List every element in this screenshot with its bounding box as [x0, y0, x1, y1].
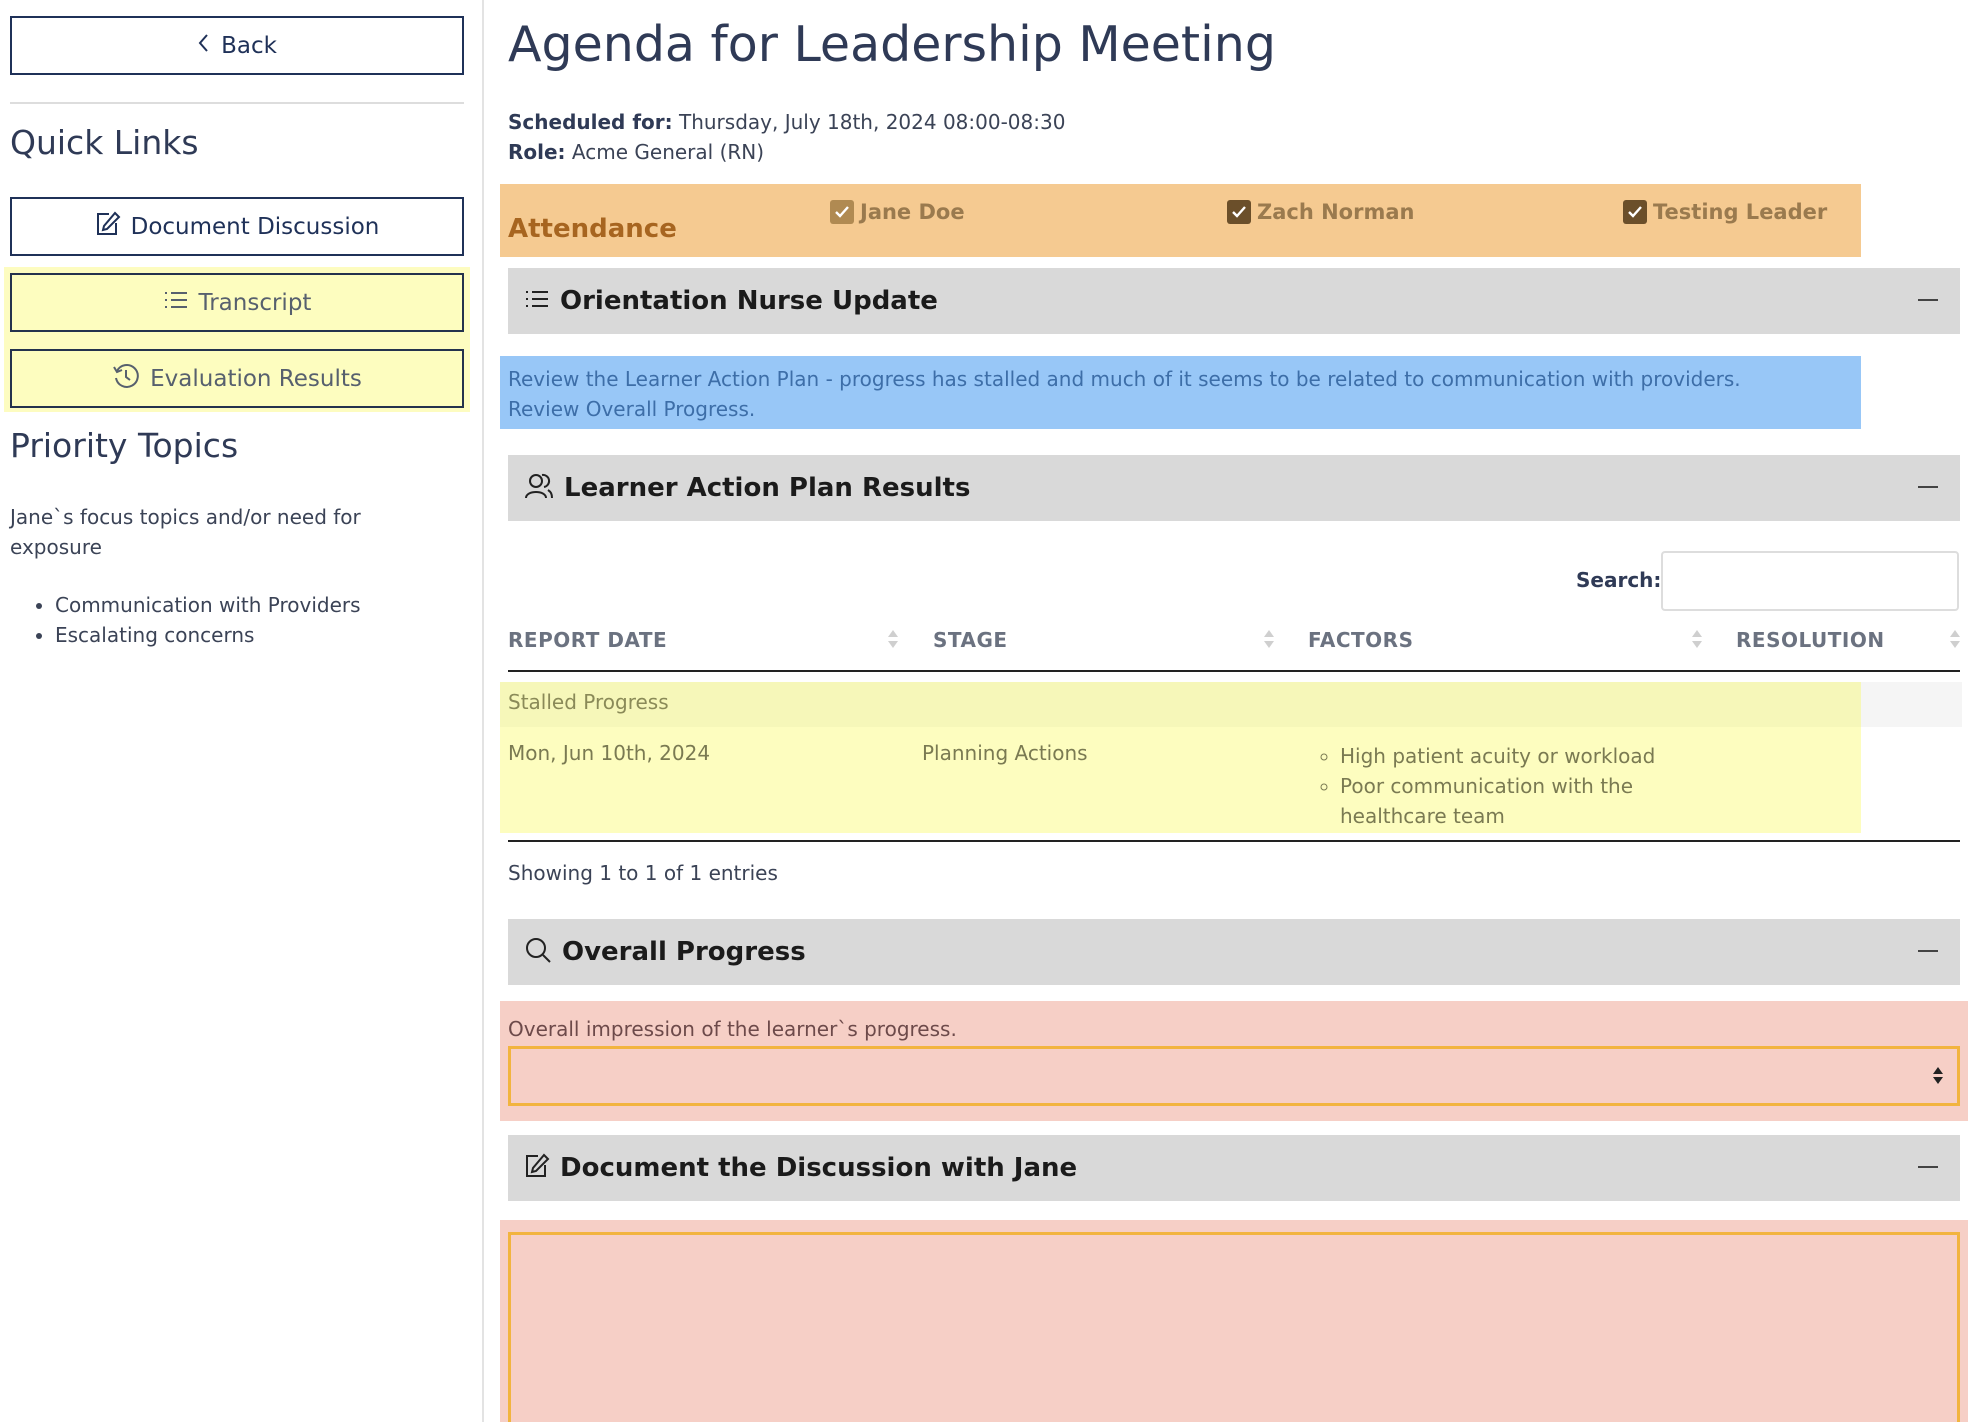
column-header-report-date[interactable]: REPORT DATE	[508, 628, 667, 652]
table-header: REPORT DATE STAGE FACTORS RESOLUTION	[508, 612, 1960, 672]
cell-factors: High patient acuity or workload Poor com…	[1310, 741, 1710, 831]
list-item: Escalating concerns	[55, 620, 361, 650]
role-value: Acme General (RN)	[565, 140, 765, 164]
priority-list: Communication with Providers Escalating …	[55, 590, 361, 650]
attendee-checkbox-jane-doe[interactable]: Jane Doe	[830, 200, 965, 224]
sidebar-divider	[10, 102, 464, 104]
table-group-row: Stalled Progress	[500, 682, 1861, 727]
cell-report-date: Mon, Jun 10th, 2024	[508, 741, 711, 765]
priority-topics-heading: Priority Topics	[10, 426, 239, 465]
edit-icon	[524, 1153, 550, 1183]
collapse-icon[interactable]	[1918, 950, 1938, 952]
role-label: Role:	[508, 140, 566, 164]
factor-item: Poor communication with the healthcare t…	[1340, 771, 1710, 831]
section-header-discussion[interactable]: Document the Discussion with Jane	[508, 1135, 1960, 1201]
section-header-learner-action-plan[interactable]: Learner Action Plan Results	[508, 455, 1960, 521]
main-content: Agenda for Leadership Meeting Scheduled …	[500, 0, 1970, 1422]
sort-icon[interactable]	[1948, 628, 1962, 652]
checkbox-checked-icon[interactable]	[830, 200, 854, 224]
column-header-factors[interactable]: FACTORS	[1308, 628, 1413, 652]
search-icon	[524, 936, 552, 968]
back-button[interactable]: Back	[10, 16, 464, 75]
attendee-checkbox-zach-norman[interactable]: Zach Norman	[1227, 200, 1414, 224]
collapse-icon[interactable]	[1918, 299, 1938, 301]
sort-icon[interactable]	[1262, 628, 1276, 652]
evaluation-results-button[interactable]: Evaluation Results	[10, 349, 464, 408]
progress-label: Overall impression of the learner`s prog…	[508, 1017, 957, 1041]
column-header-stage[interactable]: STAGE	[933, 628, 1008, 652]
priority-description: Jane`s focus topics and/or need for expo…	[10, 505, 361, 559]
search-input[interactable]	[1661, 551, 1959, 611]
section-title: Document the Discussion with Jane	[560, 1153, 1078, 1183]
note-line: Review Overall Progress.	[508, 397, 756, 421]
collapse-icon[interactable]	[1918, 1166, 1938, 1168]
table-row[interactable]: Mon, Jun 10th, 2024 Planning Actions Hig…	[500, 727, 1861, 833]
role-info: Role: Acme General (RN)	[508, 140, 764, 164]
discussion-panel	[500, 1220, 1968, 1422]
sort-icon[interactable]	[1690, 628, 1704, 652]
chevron-left-icon	[197, 32, 211, 60]
discussion-textarea[interactable]	[508, 1232, 1960, 1422]
select-arrows-icon	[1933, 1067, 1943, 1087]
document-discussion-label: Document Discussion	[130, 213, 380, 240]
section-title: Overall Progress	[562, 937, 806, 967]
note-line: Review the Learner Action Plan - progres…	[508, 367, 1741, 391]
history-icon	[112, 362, 140, 396]
list-item: Communication with Providers	[55, 590, 361, 620]
checkbox-checked-icon[interactable]	[1623, 200, 1647, 224]
attendee-name: Jane Doe	[860, 200, 965, 224]
progress-select[interactable]	[508, 1046, 1960, 1106]
cell-stage: Planning Actions	[922, 741, 1088, 765]
table-bottom-border	[508, 840, 1960, 842]
back-button-label: Back	[221, 32, 277, 59]
attendee-name: Testing Leader	[1653, 200, 1828, 224]
list-icon	[524, 288, 550, 314]
page-title: Agenda for Leadership Meeting	[508, 16, 1276, 73]
attendance-panel: Attendance Jane Doe Zach Norman Testing …	[500, 184, 1861, 257]
table-info: Showing 1 to 1 of 1 entries	[508, 861, 778, 885]
collapse-icon[interactable]	[1918, 486, 1938, 488]
column-header-resolution[interactable]: RESOLUTION	[1736, 628, 1885, 652]
section-header-overall-progress[interactable]: Overall Progress	[508, 919, 1960, 985]
search-label: Search:	[1576, 568, 1662, 592]
attendee-checkbox-testing-leader[interactable]: Testing Leader	[1623, 200, 1827, 224]
sidebar: Back Quick Links Document Discussion Tra…	[0, 0, 484, 1422]
attendee-name: Zach Norman	[1257, 200, 1415, 224]
scheduled-info: Scheduled for: Thursday, July 18th, 2024…	[508, 110, 1065, 134]
scheduled-label: Scheduled for:	[508, 110, 673, 134]
quick-links-heading: Quick Links	[10, 123, 199, 162]
orientation-note: Review the Learner Action Plan - progres…	[500, 356, 1861, 429]
transcript-label: Transcript	[198, 289, 312, 316]
document-discussion-button[interactable]: Document Discussion	[10, 197, 464, 256]
section-header-orientation[interactable]: Orientation Nurse Update	[508, 268, 1960, 334]
evaluation-results-label: Evaluation Results	[150, 365, 362, 392]
overall-progress-panel: Overall impression of the learner`s prog…	[500, 1001, 1968, 1121]
section-title: Orientation Nurse Update	[560, 286, 938, 316]
checkbox-checked-icon[interactable]	[1227, 200, 1251, 224]
factor-item: High patient acuity or workload	[1340, 741, 1710, 771]
list-icon	[163, 289, 189, 317]
edit-icon	[95, 211, 121, 243]
transcript-button[interactable]: Transcript	[10, 273, 464, 332]
attendance-label: Attendance	[508, 214, 677, 244]
section-title: Learner Action Plan Results	[564, 473, 971, 503]
users-icon	[524, 472, 554, 504]
scheduled-value: Thursday, July 18th, 2024 08:00-08:30	[672, 110, 1066, 134]
sort-icon[interactable]	[886, 628, 900, 652]
